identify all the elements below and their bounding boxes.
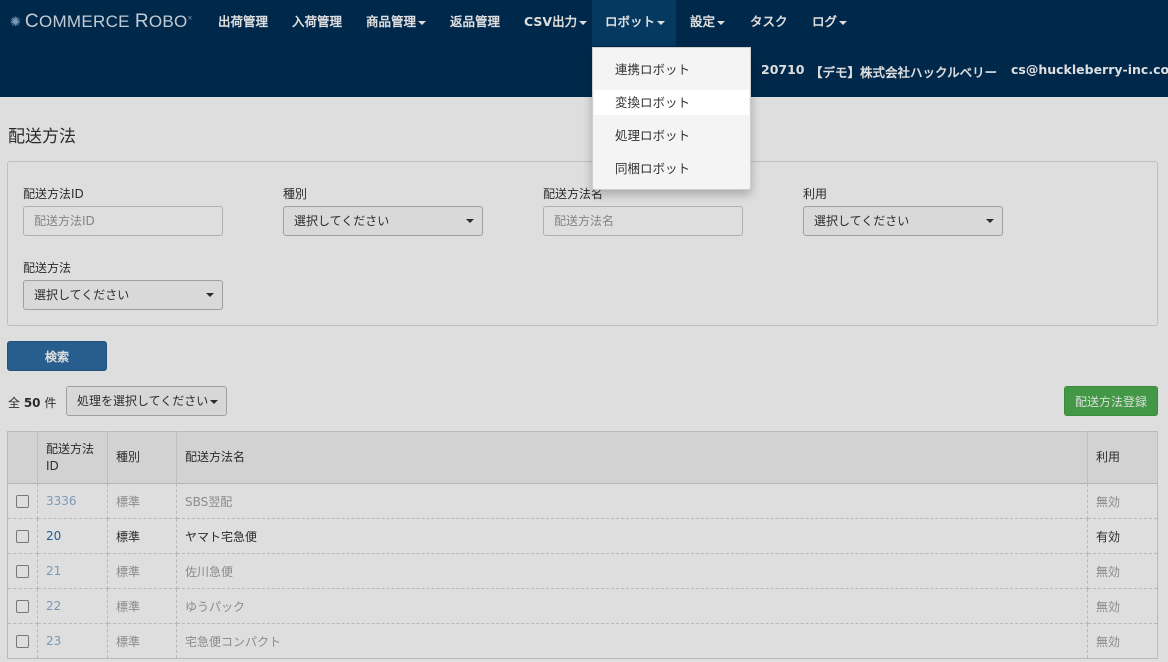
delivery-methods-table: 配送方法 ID 種別 配送方法名 利用 3336 標準 SBS翌配 無効 20 標… [7,431,1158,659]
logo-text: COMMERCE ROBO× [24,11,193,32]
app-header: ✺ COMMERCE ROBO× 出荷管理 入荷管理 商品管理 返品管理 CSV… [0,0,1168,97]
row-type: 標準 [107,623,177,659]
id-field-label: 配送方法ID [23,187,84,201]
nav-products[interactable]: 商品管理 [353,0,439,46]
nav-tasks[interactable]: タスク [737,0,801,46]
menu-item-link-robot[interactable]: 連携ロボット [594,57,749,82]
logo-mark-icon: ✺ [10,14,21,30]
chevron-down-icon [986,219,994,223]
row-type: 標準 [107,518,177,554]
chevron-down-icon [657,20,666,25]
method-select[interactable]: 選択してください [23,280,223,310]
type-field-label: 種別 [283,187,308,201]
register-delivery-button[interactable]: 配送方法登録 [1064,386,1158,416]
delivery-name-input[interactable]: 配送方法名 [543,206,743,236]
col-name: 配送方法名 [176,431,1088,484]
row-type: 標準 [107,483,177,519]
row-checkbox[interactable] [16,600,29,613]
col-id: 配送方法 ID [37,431,108,484]
row-name: 宅急便コンパクト [176,623,1088,659]
row-usage: 無効 [1087,553,1158,589]
select-all-header [7,431,38,484]
result-count: 全 50 件 [8,396,57,410]
chevron-down-icon [418,20,427,25]
menu-item-bundle-robot[interactable]: 同梱ロボット [594,156,749,181]
bulk-action-select[interactable]: 処理を選択してください [66,386,227,416]
row-name: SBS翌配 [176,483,1088,519]
chevron-down-icon [466,219,474,223]
page-title: 配送方法 [8,127,76,147]
usage-field-label: 利用 [803,187,828,201]
table-header-row: 配送方法 ID 種別 配送方法名 利用 [7,431,1158,484]
row-usage: 有効 [1087,518,1158,554]
robot-dropdown-menu: 連携ロボット 変換ロボット 処理ロボット 同梱ロボット [592,47,751,190]
row-checkbox[interactable] [16,495,29,508]
row-id-link[interactable]: 21 [37,553,108,589]
row-id-link[interactable]: 20 [37,518,108,554]
table-row: 3336 標準 SBS翌配 無効 [7,483,1158,519]
table-row: 23 標準 宅急便コンパクト 無効 [7,623,1158,659]
nav-shipping[interactable]: 出荷管理 [205,0,281,46]
nav-settings[interactable]: 設定 [677,0,738,46]
row-checkbox[interactable] [16,635,29,648]
chevron-down-icon [839,20,848,25]
row-name: 佐川急便 [176,553,1088,589]
chevron-down-icon [210,399,219,404]
row-usage: 無効 [1087,623,1158,659]
chevron-down-icon [717,20,726,25]
nav-logs[interactable]: ログ [799,0,860,46]
menu-item-process-robot[interactable]: 処理ロボット [594,123,749,148]
row-type: 標準 [107,553,177,589]
top-navbar: ✺ COMMERCE ROBO× 出荷管理 入荷管理 商品管理 返品管理 CSV… [0,0,1168,46]
row-type: 標準 [107,588,177,624]
usage-select[interactable]: 選択してください [803,206,1003,236]
type-select[interactable]: 選択してください [283,206,483,236]
nav-robot[interactable]: ロボット [592,0,676,46]
table-row: 22 標準 ゆうパック 無効 [7,588,1158,624]
row-checkbox[interactable] [16,565,29,578]
row-id-link[interactable]: 22 [37,588,108,624]
menu-item-convert-robot[interactable]: 変換ロボット [594,90,749,115]
row-usage: 無効 [1087,483,1158,519]
row-usage: 無効 [1087,588,1158,624]
row-id-link[interactable]: 23 [37,623,108,659]
delivery-id-input[interactable]: 配送方法ID [23,206,223,236]
company-name: 【デモ】株式会社ハックルベリー [810,65,998,80]
chevron-down-icon [579,20,588,25]
nav-returns[interactable]: 返品管理 [437,0,513,46]
method-field-label: 配送方法 [23,261,72,275]
search-button[interactable]: 検索 [7,341,107,371]
store-id: 20710 [761,62,805,77]
table-row: 20 標準 ヤマト宅急便 有効 [7,518,1158,554]
table-row: 21 標準 佐川急便 無効 [7,553,1158,589]
col-type: 種別 [107,431,177,484]
user-menu[interactable]: cs@huckleberry-inc.com [1011,62,1168,82]
chevron-down-icon [206,293,214,297]
nav-csv-export[interactable]: CSV出力 [511,0,600,46]
nav-receiving[interactable]: 入荷管理 [279,0,355,46]
row-name: ゆうパック [176,588,1088,624]
col-usage: 利用 [1087,431,1158,484]
row-id-link[interactable]: 3336 [37,483,108,519]
row-name: ヤマト宅急便 [176,518,1088,554]
commerce-robo-logo[interactable]: ✺ COMMERCE ROBO× [10,11,193,33]
row-checkbox[interactable] [16,530,29,543]
